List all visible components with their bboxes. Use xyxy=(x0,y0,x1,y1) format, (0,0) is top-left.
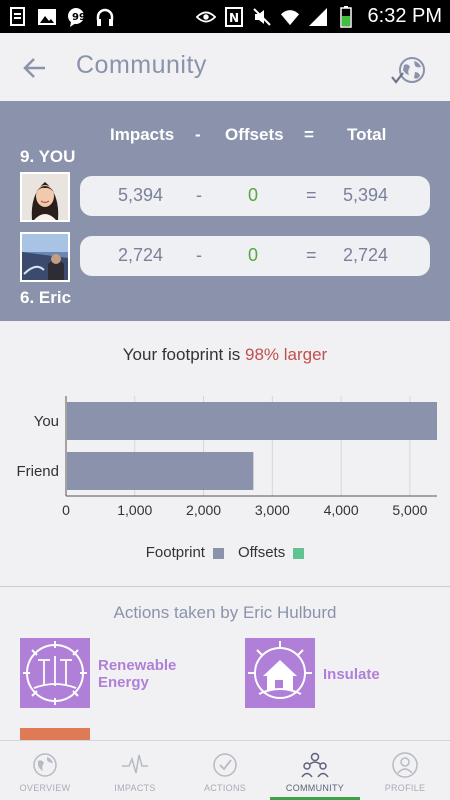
comparison-row-you: 5,394 - 0 = 5,394 xyxy=(80,176,430,216)
nav-label-overview: OVERVIEW xyxy=(19,783,71,793)
impacts-value-you: 5,394 xyxy=(118,185,164,205)
footprint-prefix: Your footprint is xyxy=(122,345,241,364)
globe-check-button[interactable] xyxy=(390,55,430,89)
action-label-line1: Renewable xyxy=(98,657,177,674)
legend-footprint-label: Footprint xyxy=(145,544,205,561)
insulate-icon xyxy=(248,641,312,699)
x-tick-label: 3,000 xyxy=(255,502,290,518)
rank-label-you: 9. YOU xyxy=(20,147,76,166)
equals-sign: = xyxy=(306,185,317,205)
category-label: Friend xyxy=(16,463,59,480)
bar-friend xyxy=(67,452,254,490)
header-offsets: Offsets xyxy=(225,125,284,144)
offsets-value-eric: 0 xyxy=(248,245,259,265)
avatar-eric[interactable] xyxy=(20,232,70,282)
comparison-row-eric: 2,724 - 0 = 2,724 xyxy=(80,236,430,276)
action-label-line1: Insulate xyxy=(323,666,380,683)
equals-sign: = xyxy=(306,245,317,265)
legend-offsets-label: Offsets xyxy=(237,544,286,561)
x-tick-label: 0 xyxy=(62,502,70,518)
header-total: Total xyxy=(347,125,387,144)
svg-text:99: 99 xyxy=(72,12,86,23)
back-button[interactable] xyxy=(18,53,52,83)
header-impacts: Impacts xyxy=(110,125,175,144)
status-bar: 99 N 6:32 PM xyxy=(0,0,450,33)
footprint-percent: 98% larger xyxy=(245,345,328,364)
minus-sign: - xyxy=(196,185,202,205)
x-tick-label: 2,000 xyxy=(186,502,221,518)
globe-check-icon xyxy=(391,57,425,84)
nav-label-actions: ACTIONS xyxy=(203,783,247,793)
comparison-panel: Impacts - Offsets = Total 9. YOU 5,394 -… xyxy=(0,101,450,321)
section-divider xyxy=(0,586,450,587)
nfc-icon: N xyxy=(224,6,244,27)
status-time: 6:32 PM xyxy=(367,5,442,27)
earth-icon xyxy=(33,753,57,777)
nav-label-community: COMMUNITY xyxy=(285,783,345,793)
profile-icon xyxy=(392,752,418,778)
back-arrow-icon xyxy=(23,58,45,78)
battery-icon xyxy=(336,5,356,28)
checkmark-icon xyxy=(213,753,237,777)
nav-profile[interactable]: PROFILE xyxy=(360,741,450,800)
action-tile-renewable-energy[interactable] xyxy=(20,638,90,708)
total-value-you: 5,394 xyxy=(343,185,389,205)
action-label-insulate[interactable]: Insulate xyxy=(323,666,380,683)
header-minus: - xyxy=(195,125,201,144)
nav-label-impacts: IMPACTS xyxy=(114,783,156,793)
x-tick-label: 4,000 xyxy=(324,502,359,518)
impacts-value-eric: 2,724 xyxy=(118,245,164,265)
pulse-icon xyxy=(122,754,148,774)
total-value-eric: 2,724 xyxy=(343,245,389,265)
app-bar: Community xyxy=(0,33,450,101)
legend-footprint-swatch xyxy=(212,547,224,559)
headphones-icon xyxy=(95,7,115,27)
actions-title: Actions taken by Eric Hulburd xyxy=(113,603,337,622)
action-tile-insulate[interactable] xyxy=(245,638,315,708)
renewable-energy-icon xyxy=(23,641,87,705)
x-tick-label: 1,000 xyxy=(117,502,152,518)
action-label-line2: Energy xyxy=(98,674,149,691)
nav-community[interactable]: COMMUNITY xyxy=(270,741,360,800)
bottom-nav: OVERVIEW IMPACTS ACTIONS COMMUNITY PROFI… xyxy=(0,740,450,800)
minus-sign: - xyxy=(196,245,202,265)
category-label: You xyxy=(34,413,59,430)
footprint-chart: 0 1,000 2,000 3,000 4,000 5,000 You Friend xyxy=(0,388,450,528)
messenger-icon: 99 xyxy=(66,7,86,27)
image-icon xyxy=(37,7,57,27)
nav-label-profile: PROFILE xyxy=(384,783,426,793)
people-icon xyxy=(301,752,329,778)
nav-impacts[interactable]: IMPACTS xyxy=(90,741,180,800)
wifi-icon xyxy=(280,7,300,27)
mute-icon xyxy=(252,7,272,27)
svg-text:N: N xyxy=(229,11,239,25)
offsets-value-you: 0 xyxy=(248,185,259,205)
bar-you xyxy=(67,402,437,440)
nav-overview[interactable]: OVERVIEW xyxy=(0,741,90,800)
header-equals: = xyxy=(304,125,314,144)
x-tick-label: 5,000 xyxy=(392,502,427,518)
document-icon xyxy=(8,6,28,27)
page-title: Community xyxy=(76,51,207,79)
chart-legend: Footprint Offsets xyxy=(0,544,450,561)
action-label-renewable-energy[interactable]: Renewable Energy xyxy=(98,657,176,691)
signal-icon xyxy=(308,7,328,27)
footprint-message: Your footprint is 98% larger xyxy=(0,345,450,365)
rank-label-eric: 6. Eric xyxy=(20,288,72,307)
eye-icon xyxy=(195,7,216,27)
legend-offsets-swatch xyxy=(293,547,305,559)
nav-actions[interactable]: ACTIONS xyxy=(180,741,270,800)
footprint-bar-chart: 0 1,000 2,000 3,000 4,000 5,000 You Friend xyxy=(16,396,437,518)
avatar-you[interactable] xyxy=(20,172,70,222)
